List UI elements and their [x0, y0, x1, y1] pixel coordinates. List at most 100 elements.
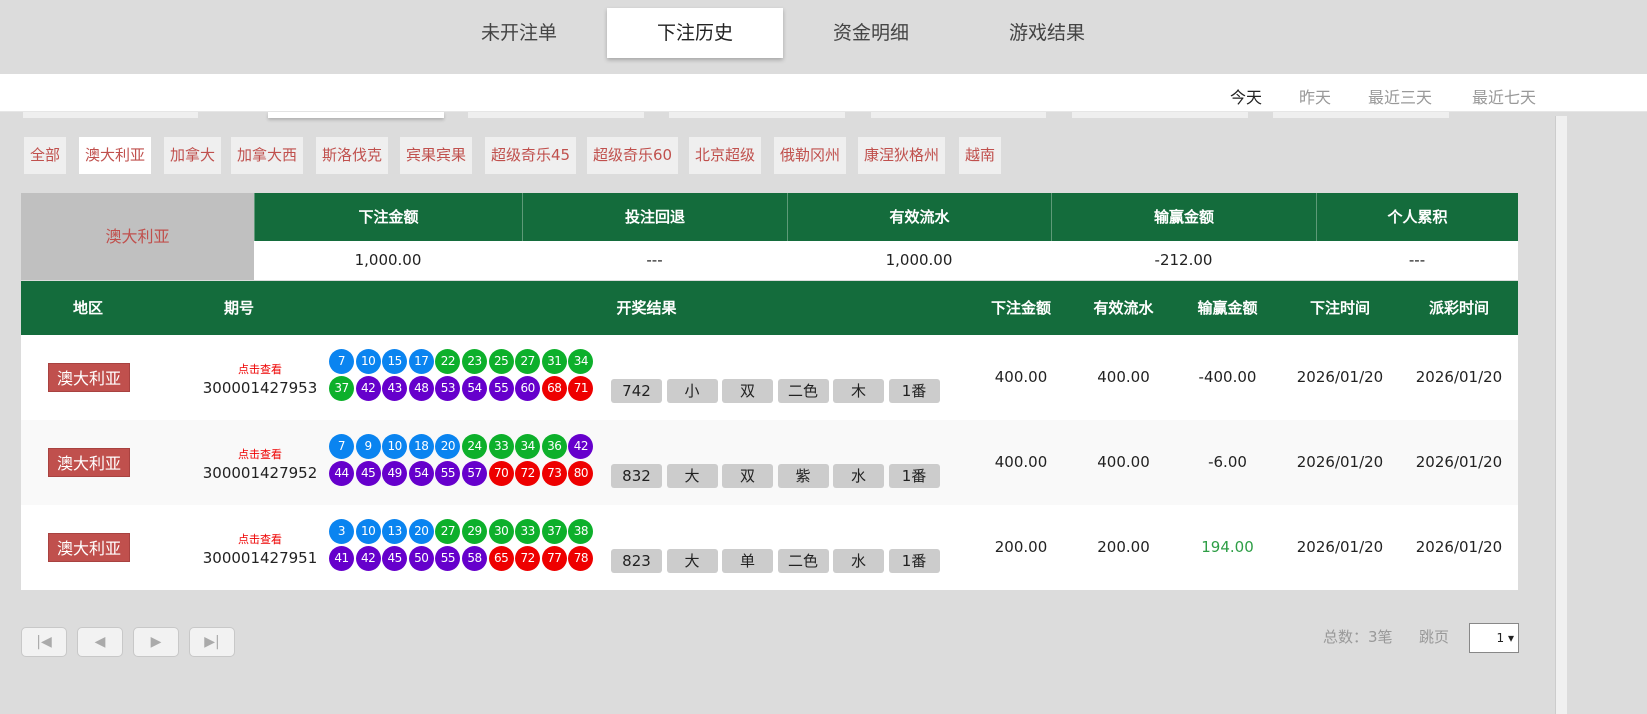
winloss-value: -400.00 [1198, 368, 1257, 386]
result-ball: 55 [435, 546, 461, 571]
ghost-tab [268, 112, 444, 118]
column-header: 下注时间 [1309, 299, 1370, 317]
table-row: 澳大利亚 点击查看 300001427953 7 10 15 17 22 23 25 27 31 34 3… [21, 335, 1518, 420]
result-ball: 24 [462, 434, 487, 459]
result-tag: 水 [833, 549, 884, 573]
column-header: 有效流水 [1093, 299, 1154, 317]
winloss-value: 194.00 [1201, 538, 1254, 556]
result-ball: 68 [541, 376, 567, 401]
date-filter-3[interactable]: 最近七天 [1472, 84, 1536, 108]
last-page-button[interactable]: ▶| [189, 627, 235, 657]
payout-time-value: 2026/01/20 [1415, 368, 1503, 386]
result-ball: 48 [408, 376, 434, 401]
tab-1[interactable]: 下注历史 [607, 8, 783, 58]
region-chip[interactable]: 加拿大 [164, 137, 222, 174]
result-ball: 45 [382, 546, 408, 571]
result-ball: 72 [515, 461, 541, 486]
result-ball: 7 [329, 434, 354, 459]
result-ball: 33 [515, 519, 541, 544]
result-tag: 二色 [777, 549, 829, 573]
date-filter-2[interactable]: 最近三天 [1368, 84, 1432, 108]
result-ball: 10 [355, 349, 381, 374]
summary-value: --- [522, 241, 787, 280]
result-tag: 823 [611, 549, 662, 573]
region-chip[interactable]: 越南 [959, 137, 1002, 174]
result-tag: 1番 [888, 464, 940, 488]
summary-header: 输赢金额 [1051, 193, 1316, 241]
result-ball: 3 [329, 519, 354, 544]
result-ball: 37 [541, 519, 567, 544]
region-chip[interactable]: 宾果宾果 [400, 137, 473, 174]
date-filter-1[interactable]: 昨天 [1299, 84, 1331, 108]
result-ball: 37 [329, 376, 354, 401]
result-ball: 30 [488, 519, 514, 544]
ghost-tab [669, 112, 845, 118]
result-ball: 20 [408, 519, 434, 544]
valid-value: 400.00 [1097, 368, 1150, 386]
view-details-link[interactable]: 点击查看 [176, 531, 344, 547]
result-ball: 80 [568, 461, 594, 486]
result-tag: 1番 [888, 549, 940, 573]
result-tag: 小 [666, 379, 718, 403]
view-details-link[interactable]: 点击查看 [176, 446, 344, 462]
valid-value: 400.00 [1097, 453, 1150, 471]
result-ball: 57 [462, 461, 487, 486]
region-chip[interactable]: 加拿大西 [231, 137, 304, 174]
result-tag: 双 [722, 464, 773, 488]
region-chip[interactable]: 北京超级 [689, 137, 762, 174]
ghost-tab [1072, 112, 1248, 118]
result-tag: 水 [833, 464, 884, 488]
page-select[interactable]: 1 ▾ [1469, 623, 1519, 653]
column-header: 输赢金额 [1197, 299, 1258, 317]
region-chip[interactable]: 俄勒冈州 [774, 137, 847, 174]
region-chip[interactable]: 超级奇乐45 [485, 137, 577, 174]
result-ball: 36 [541, 434, 567, 459]
result-ball: 34 [568, 349, 594, 374]
tab-2[interactable]: 资金明细 [783, 8, 959, 58]
top-tab-bar: 未开注单 下注历史 资金明细 游戏结果 [0, 0, 1647, 74]
result-ball: 9 [355, 434, 381, 459]
tab-0[interactable]: 未开注单 [431, 8, 607, 58]
bet-value: 200.00 [994, 538, 1048, 556]
result-tag: 二色 [777, 379, 829, 403]
payout-time-value: 2026/01/20 [1415, 538, 1503, 556]
date-filter-0[interactable]: 今天 [1230, 84, 1262, 108]
summary-header: 个人累积 [1316, 193, 1518, 241]
region-chip[interactable]: 斯洛伐克 [316, 137, 389, 174]
chevron-down-icon: ▾ [1507, 631, 1514, 645]
result-ball: 58 [462, 546, 487, 571]
result-ball: 18 [408, 434, 434, 459]
result-tag: 双 [722, 379, 773, 403]
bet-time-value: 2026/01/20 [1296, 368, 1384, 386]
date-filter-bar: 今天 昨天 最近三天 最近七天 [0, 74, 1647, 112]
table-header: 地区 期号 开奖结果 下注金额 有效流水 输赢金额 下注时间 派彩时间 [21, 281, 1518, 335]
scrollbar[interactable] [1555, 116, 1567, 714]
result-ball: 13 [382, 519, 408, 544]
column-header: 期号 [223, 299, 254, 317]
region-chip[interactable]: 超级奇乐60 [587, 137, 679, 174]
first-page-button[interactable]: |◀ [21, 627, 67, 657]
tab-3[interactable]: 游戏结果 [959, 8, 1135, 58]
result-tag: 832 [611, 464, 662, 488]
result-ball: 27 [515, 349, 541, 374]
result-ball: 70 [488, 461, 514, 486]
prev-page-button[interactable]: ◀ [77, 627, 123, 657]
result-ball: 44 [329, 461, 354, 486]
summary-region: 澳大利亚 [21, 193, 254, 280]
result-ball: 23 [462, 349, 487, 374]
result-ball: 49 [382, 461, 408, 486]
table-row: 澳大利亚 点击查看 300001427951 3 10 13 20 27 29 30 33 37 38 4… [21, 505, 1518, 590]
view-details-link[interactable]: 点击查看 [176, 361, 344, 377]
region-chip[interactable]: 康涅狄格州 [858, 137, 946, 174]
column-header: 地区 [72, 299, 103, 317]
region-badge: 澳大利亚 [48, 533, 130, 562]
result-ball: 42 [568, 434, 594, 459]
next-page-button[interactable]: ▶ [133, 627, 179, 657]
next-page-icon: ▶ [150, 634, 162, 650]
issue-number: 300001427951 [202, 549, 318, 567]
result-ball: 22 [435, 349, 461, 374]
result-ball: 78 [568, 546, 594, 571]
region-chip[interactable]: 全部 [24, 137, 67, 174]
region-chip[interactable]: 澳大利亚 [79, 137, 152, 174]
result-ball: 34 [515, 434, 541, 459]
